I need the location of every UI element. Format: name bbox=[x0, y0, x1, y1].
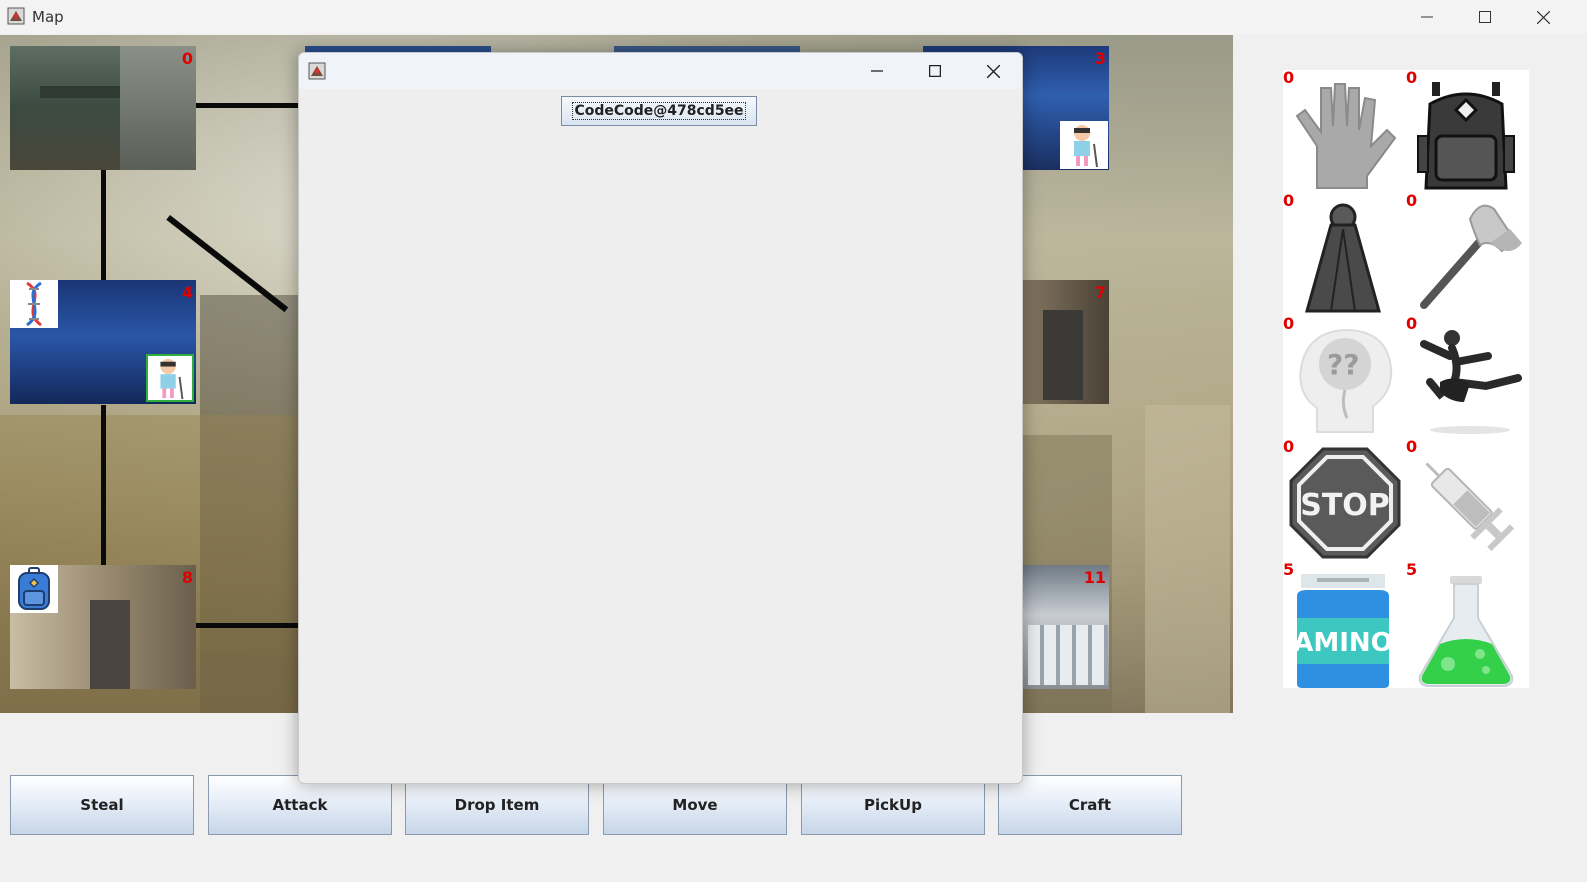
room-8[interactable]: 8 bbox=[10, 565, 196, 689]
code-dialog: CodeCode@478cd5ee bbox=[298, 52, 1023, 784]
player-icon bbox=[160, 358, 184, 400]
inventory-slot-amino[interactable]: 5 AMINO bbox=[1283, 560, 1406, 688]
brain-question-icon: ?? bbox=[1299, 328, 1393, 433]
inventory-slot-brain[interactable]: 0 ?? bbox=[1283, 314, 1406, 439]
craft-button[interactable]: Craft bbox=[998, 775, 1182, 835]
stop-sign-icon: STOP bbox=[1289, 447, 1401, 559]
player-icon bbox=[1074, 125, 1098, 168]
gloves-icon bbox=[1295, 83, 1397, 189]
dialog-minimize-button[interactable] bbox=[848, 53, 906, 89]
close-button[interactable] bbox=[1514, 0, 1572, 34]
attack-button[interactable]: Attack bbox=[208, 775, 392, 835]
inventory-slot-syringe[interactable]: 0 bbox=[1406, 437, 1529, 562]
syringe-icon bbox=[1425, 462, 1515, 552]
dancer-icon bbox=[1420, 330, 1522, 434]
map-connection bbox=[195, 103, 300, 108]
minimize-icon bbox=[1421, 16, 1433, 18]
move-button[interactable]: Move bbox=[603, 775, 787, 835]
background-building bbox=[1145, 405, 1230, 713]
room-number: 3 bbox=[1094, 49, 1106, 68]
room-0[interactable]: 0 bbox=[10, 46, 196, 170]
dialog-maximize-button[interactable] bbox=[906, 53, 964, 89]
maximize-icon bbox=[929, 65, 941, 77]
inventory-slot-axe[interactable]: 0 bbox=[1406, 191, 1529, 316]
inventory-slot-backpack[interactable]: 0 bbox=[1406, 68, 1529, 193]
svg-text:??: ?? bbox=[1327, 348, 1359, 381]
window-titlebar: Map bbox=[0, 0, 1587, 34]
room-scene-detail bbox=[1043, 310, 1083, 400]
room-scene-detail bbox=[40, 86, 120, 98]
java-app-icon bbox=[308, 62, 326, 80]
inventory-panel: 0 0 0 0 0 ?? 0 0 STOP 0 5 AMINO 5 bbox=[1283, 68, 1529, 688]
maximize-icon bbox=[1479, 11, 1491, 23]
steal-button[interactable]: Steal bbox=[10, 775, 194, 835]
inventory-slot-gloves[interactable]: 0 bbox=[1283, 68, 1406, 193]
code-button-label: CodeCode@478cd5ee bbox=[572, 102, 746, 120]
map-connection bbox=[101, 405, 106, 570]
pickup-button[interactable]: PickUp bbox=[801, 775, 985, 835]
player-token[interactable] bbox=[1060, 121, 1108, 169]
drop-item-button[interactable]: Drop Item bbox=[405, 775, 589, 835]
inventory-slot-dancer[interactable]: 0 bbox=[1406, 314, 1529, 439]
close-icon bbox=[1536, 10, 1550, 24]
room-number: 0 bbox=[181, 49, 193, 68]
stop-sign-text: STOP bbox=[1300, 488, 1390, 523]
code-button[interactable]: CodeCode@478cd5ee bbox=[561, 96, 757, 126]
room-number: 8 bbox=[181, 568, 193, 587]
minimize-button[interactable] bbox=[1398, 0, 1456, 34]
close-icon bbox=[986, 64, 1000, 78]
room-item[interactable] bbox=[10, 280, 58, 328]
dna-icon bbox=[26, 281, 42, 327]
backpack-icon bbox=[18, 567, 50, 610]
player-token[interactable] bbox=[146, 354, 194, 402]
cloak-icon bbox=[1305, 203, 1381, 313]
minimize-icon bbox=[871, 70, 883, 72]
room-scene-detail bbox=[90, 600, 130, 689]
backpack-icon bbox=[1417, 82, 1515, 190]
room-4[interactable]: 4 bbox=[10, 280, 196, 404]
window-title: Map bbox=[32, 8, 64, 26]
room-number: 11 bbox=[1083, 568, 1106, 587]
java-app-icon bbox=[7, 7, 25, 25]
inventory-slot-stop[interactable]: 0 STOP bbox=[1283, 437, 1406, 562]
dialog-close-button[interactable] bbox=[964, 53, 1022, 89]
inventory-slot-flask[interactable]: 5 bbox=[1406, 560, 1529, 687]
room-number: 7 bbox=[1094, 283, 1106, 302]
room-scene-detail bbox=[1028, 625, 1108, 685]
room-item[interactable] bbox=[10, 565, 58, 613]
room-number: 4 bbox=[181, 283, 193, 302]
dialog-titlebar bbox=[299, 53, 1022, 89]
flask-icon bbox=[1418, 576, 1514, 687]
maximize-button[interactable] bbox=[1456, 0, 1514, 34]
amino-jar-icon: AMINO bbox=[1293, 574, 1393, 688]
map-connection bbox=[195, 623, 300, 628]
axe-icon bbox=[1420, 204, 1522, 309]
amino-label-text: AMINO bbox=[1293, 628, 1393, 658]
inventory-slot-cloak[interactable]: 0 bbox=[1283, 191, 1406, 316]
